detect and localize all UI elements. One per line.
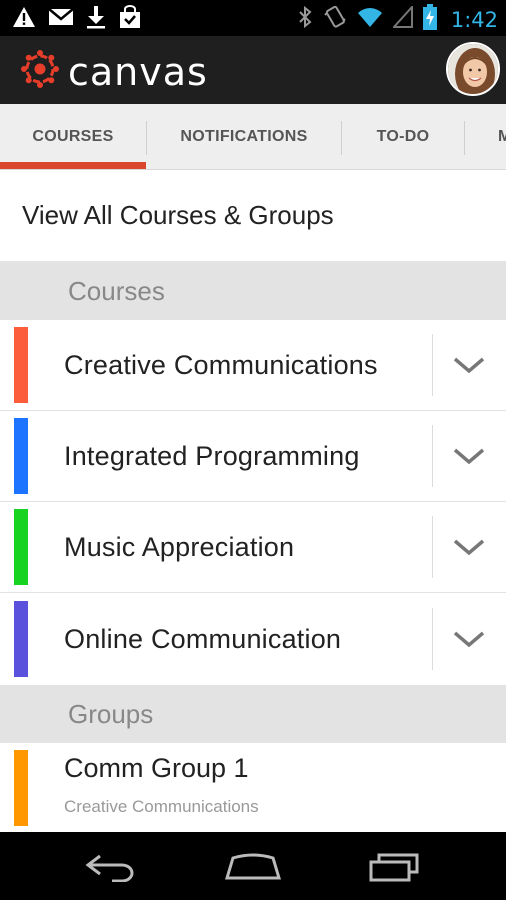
course-name: Creative Communications [64,350,378,380]
canvas-logo-text: canvas [68,49,208,94]
clock: 1:42 [450,7,498,32]
course-row[interactable]: Online Communication [0,594,506,685]
group-color-bar [14,750,28,826]
battery-charging-icon [422,4,437,35]
chevron-down-icon[interactable] [452,624,486,654]
canvas-logo[interactable]: canvas [20,49,208,94]
back-icon[interactable] [82,850,142,882]
course-name: Online Communication [64,624,342,654]
tab-courses[interactable]: COURSES [0,104,146,169]
row-divider [432,608,433,670]
course-color-bar [14,601,28,677]
chevron-down-icon[interactable] [452,532,486,562]
view-all-courses-link[interactable]: View All Courses & Groups [0,170,506,262]
wifi-icon [357,6,383,33]
course-color-bar [14,418,28,494]
courses-list: View All Courses & Groups Courses Creati… [0,170,506,832]
chevron-down-icon[interactable] [452,350,486,380]
course-name: Integrated Programming [64,441,360,471]
status-bar: 1:42 [0,0,506,36]
user-avatar[interactable] [446,42,500,96]
group-name: Comm Group 1 [64,753,249,783]
canvas-logo-icon [20,49,60,94]
course-color-bar [14,509,28,585]
course-row[interactable]: Creative Communications [0,320,506,411]
course-row[interactable]: Music Appreciation [0,502,506,593]
tab-divider [464,121,465,155]
home-icon[interactable] [223,850,283,882]
courses-section-header: Courses [0,262,506,320]
shopping-bag-icon [118,5,142,34]
chevron-down-icon[interactable] [452,441,486,471]
gmail-icon [48,7,74,32]
notification-icons [12,5,142,34]
bluetooth-icon [297,5,313,34]
row-divider [432,425,433,487]
tab-notifications[interactable]: NOTIFICATIONS [147,104,341,169]
system-icons: 1:42 [297,4,498,35]
app-bar: canvas [0,36,506,104]
signal-icon [391,4,413,33]
row-divider [432,516,433,578]
course-name: Music Appreciation [64,532,295,562]
tab-todo[interactable]: TO-DO [342,104,464,169]
active-tab-indicator [0,162,146,169]
recent-apps-icon[interactable] [365,850,425,882]
groups-section-header: Groups [0,685,506,743]
download-icon [86,5,106,34]
group-row[interactable]: Comm Group 1 Creative Communications [0,743,506,832]
course-row[interactable]: Integrated Programming [0,411,506,502]
warning-icon [12,6,36,33]
tab-more[interactable]: M [498,104,506,169]
group-course-subtitle: Creative Communications [64,797,259,816]
vibrate-icon [323,5,347,34]
tab-bar: COURSES NOTIFICATIONS TO-DO M [0,104,506,170]
system-nav-bar [0,832,506,900]
course-color-bar [14,327,28,403]
row-divider [432,334,433,396]
